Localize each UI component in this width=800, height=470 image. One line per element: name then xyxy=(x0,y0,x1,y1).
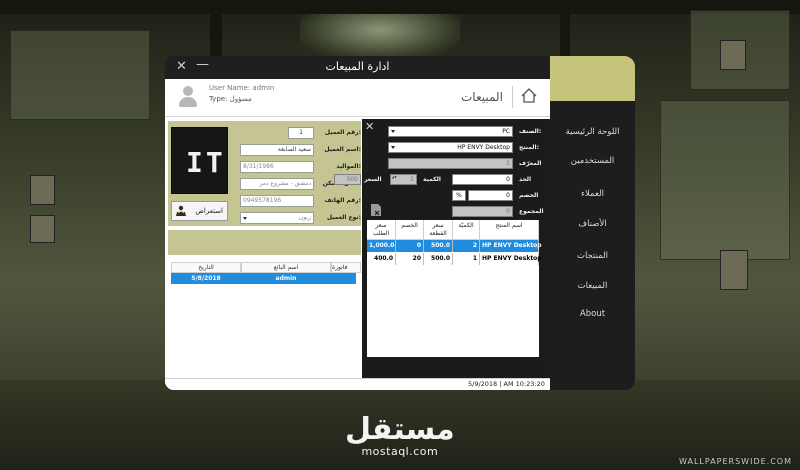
col-header-invoice[interactable]: فاتورة xyxy=(331,262,361,273)
category-select[interactable]: PC xyxy=(388,126,513,137)
sidebar-menu: اللوحة الرئيسية المستخدمين العملاء الأصن… xyxy=(550,101,635,380)
price-field: 500 xyxy=(334,174,361,185)
window-body: User Name: admin Type: مسؤول المبيعات IT xyxy=(165,79,550,390)
sidebar-header xyxy=(550,56,635,101)
user-type-value: مسؤول xyxy=(229,95,252,103)
cell-product-name: HP ENVY Desktop xyxy=(480,253,542,265)
sidebar-item-dashboard[interactable]: اللوحة الرئيسية xyxy=(550,127,635,137)
customer-panel: IT استعراض 1 رقم العميل: سعيد الصابغة اس… xyxy=(165,119,361,390)
discount-unit: % xyxy=(452,190,466,201)
customer-dob-field[interactable]: 8/31/1986 xyxy=(240,161,314,173)
browse-label: استعراض xyxy=(195,207,223,215)
home-icon[interactable] xyxy=(521,88,537,103)
sidebar-item-about[interactable]: About xyxy=(550,309,635,319)
customer-phone-field[interactable]: 0949578196 xyxy=(240,195,314,207)
browse-button[interactable]: استعراض xyxy=(171,201,228,221)
cell-date: 5/8/2018 xyxy=(191,275,221,282)
discount-label: الخصم xyxy=(519,192,539,199)
browse-icon xyxy=(176,205,186,216)
sidebar-item-customers[interactable]: العملاء xyxy=(550,189,635,199)
cart-items-table: سعر الطلب الخصم سعر القطعة الكميّة اسم ا… xyxy=(367,220,542,357)
col-header-seller[interactable]: اسم البائع xyxy=(241,262,331,273)
col-header-order-price[interactable]: سعر الطلب xyxy=(367,220,396,240)
status-datetime: 5/9/2018 | AM 10:23:20 xyxy=(468,380,545,388)
cell-unit-price: 500.0 xyxy=(424,253,453,265)
col-header-qty[interactable]: الكميّة xyxy=(453,220,480,240)
col-header-date[interactable]: التاريخ xyxy=(171,262,241,273)
mostaql-watermark: مستقل mostaql.com xyxy=(345,415,455,459)
sidebar: اللوحة الرئيسية المستخدمين العملاء الأصن… xyxy=(550,56,635,390)
customer-type-label: نوع العميل: xyxy=(326,214,361,221)
status-bar: 5/9/2018 | AM 10:23:20 xyxy=(165,378,550,390)
close-icon[interactable]: ✕ xyxy=(365,120,374,133)
user-name: User Name: admin xyxy=(209,84,275,92)
customer-id-label: رقم العميل: xyxy=(324,129,361,136)
customer-name-label: اسم العميل: xyxy=(324,146,361,153)
quantity-label: الكمية xyxy=(423,176,441,183)
table-row[interactable]: 400.0 20 500.0 1 HP ENVY Desktop xyxy=(367,253,542,265)
user-type-label: Type: xyxy=(209,95,228,103)
product-label: المنتج: xyxy=(519,144,539,151)
delete-icon[interactable] xyxy=(370,203,382,217)
sidebar-item-products[interactable]: المنتجات xyxy=(550,251,635,261)
customer-address-field[interactable]: دمشق - مشروع دمر xyxy=(240,178,314,190)
user-info: User Name: admin Type: مسؤول xyxy=(209,83,274,105)
cell-seller: admin xyxy=(275,275,297,282)
photo-mark: IT xyxy=(186,146,226,179)
product-id-field: 1 xyxy=(388,158,513,169)
col-header-product-name[interactable]: اسم المنتج xyxy=(480,220,539,240)
price-label: السعر xyxy=(364,176,382,183)
customer-details: IT استعراض 1 رقم العميل: سعيد الصابغة اس… xyxy=(168,121,361,226)
watermark-brand-ar: مستقل xyxy=(345,412,455,447)
table-row[interactable]: 5/8/2018 admin xyxy=(171,273,356,284)
wallpaper-site-mark: WALLPAPERSWIDE.COM xyxy=(679,457,792,466)
user-avatar-icon xyxy=(178,86,198,108)
customer-photo: IT xyxy=(171,127,228,194)
window-titlebar[interactable]: ✕ — ادارة المبيعات xyxy=(165,56,550,79)
cell-order-price: 1,000.0 xyxy=(367,240,396,252)
sales-management-window: ✕ — ادارة المبيعات User Name: admin Type… xyxy=(165,56,635,390)
sidebar-item-categories[interactable]: الأصناف xyxy=(550,219,635,229)
col-header-unit-price[interactable]: سعر القطعة xyxy=(424,220,453,240)
table-row[interactable]: 1,000.0 0 500.0 2 HP ENVY Desktop xyxy=(367,240,542,252)
product-select[interactable]: HP ENVY Desktop xyxy=(388,142,513,153)
discount-field[interactable]: 0 xyxy=(468,190,513,201)
header-divider xyxy=(512,86,513,108)
watermark-brand-en: mostaql.com xyxy=(361,445,439,458)
cell-product-name: HP ENVY Desktop xyxy=(480,240,542,252)
customer-dob-label: المواليد: xyxy=(336,163,361,170)
sidebar-footer xyxy=(550,380,635,390)
total-field: 0 xyxy=(452,206,513,217)
sidebar-item-users[interactable]: المستخدمين xyxy=(550,156,635,166)
total-label: المجموع xyxy=(519,208,544,215)
cell-unit-price: 500.0 xyxy=(424,240,453,252)
cell-order-price: 400.0 xyxy=(367,253,396,265)
customer-name-field[interactable]: سعيد الصابغة xyxy=(240,144,314,156)
page-title: المبيعات xyxy=(461,90,503,104)
customer-type-select[interactable]: زبون xyxy=(240,212,314,224)
limit-label: الحد xyxy=(519,176,532,183)
window-title: ادارة المبيعات xyxy=(325,60,390,73)
cart-panel: ✕ PC الصنف: HP ENVY Desktop المنتج: 1 ال… xyxy=(334,119,550,390)
customer-phone-label: رقم الهاتف: xyxy=(324,197,361,204)
cell-discount: 20 xyxy=(396,253,424,265)
cell-qty: 2 xyxy=(453,240,480,252)
quantity-stepper[interactable]: 2 xyxy=(390,174,417,185)
customer-toolbar-band xyxy=(168,230,361,255)
limit-field[interactable]: 0 xyxy=(452,174,513,185)
page-header: User Name: admin Type: مسؤول المبيعات xyxy=(165,79,550,117)
col-header-discount[interactable]: الخصم xyxy=(396,220,424,240)
cell-qty: 1 xyxy=(453,253,480,265)
category-label: الصنف: xyxy=(519,128,542,135)
product-id-label: المعرّف xyxy=(519,160,542,167)
sidebar-item-sales[interactable]: المبيعات xyxy=(550,281,635,291)
customer-id-field[interactable]: 1 xyxy=(288,127,314,139)
cell-discount: 0 xyxy=(396,240,424,252)
